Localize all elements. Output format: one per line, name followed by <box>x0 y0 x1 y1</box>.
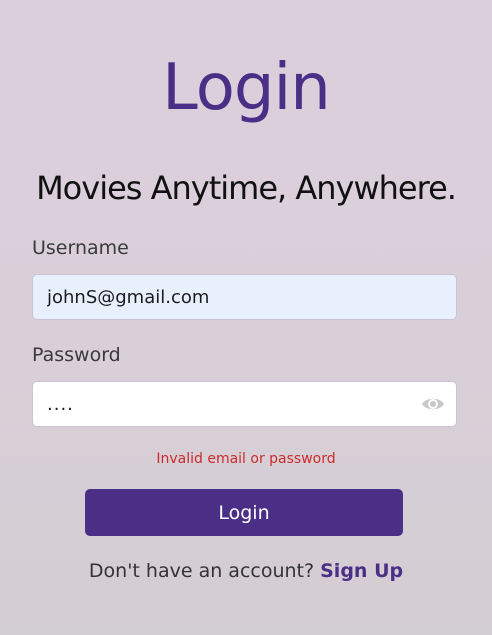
signup-link[interactable]: Sign Up <box>320 560 403 582</box>
login-button[interactable]: Login <box>85 489 403 536</box>
password-input[interactable] <box>32 381 457 427</box>
eye-icon[interactable] <box>421 393 445 415</box>
signup-row: Don't have an account? Sign Up <box>0 558 492 584</box>
login-page: Login Movies Anytime, Anywhere. Username… <box>0 0 492 635</box>
password-label: Password <box>32 344 121 366</box>
signup-prompt: Don't have an account? <box>88 560 315 582</box>
username-label: Username <box>32 237 129 259</box>
eye-icon-graphic <box>422 398 444 410</box>
username-input[interactable] <box>32 274 457 320</box>
page-title: Login <box>162 51 331 125</box>
tagline: Movies Anytime, Anywhere. <box>36 169 457 207</box>
error-message: Invalid email or password <box>156 451 336 467</box>
